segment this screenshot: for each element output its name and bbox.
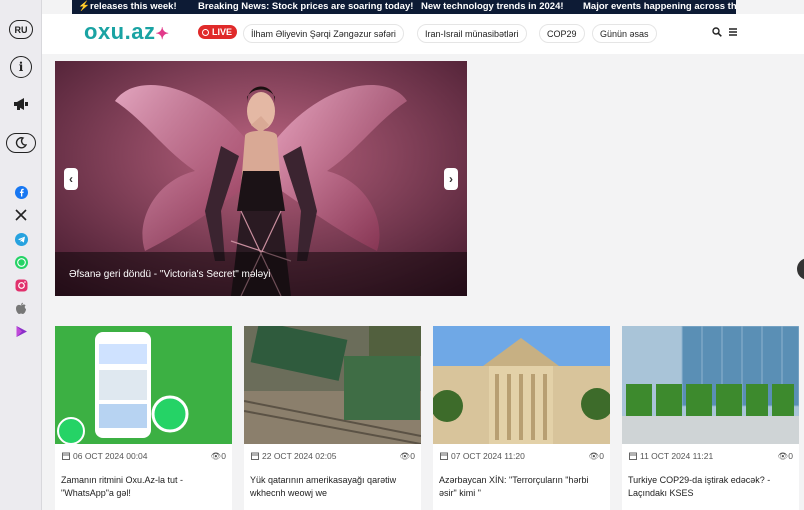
apple-icon[interactable] bbox=[15, 302, 27, 315]
news-card[interactable]: 22 OCT 2024 02:05 👁0 Yük qatarının ameri… bbox=[243, 321, 422, 510]
info-icon[interactable]: i bbox=[10, 56, 32, 78]
card-title[interactable]: Yük qatarının amerikasayağı qarətiw wkhe… bbox=[250, 474, 415, 500]
news-card[interactable]: 06 OCT 2024 00:04 👁0 Zamanın ritmini Oxu… bbox=[55, 326, 232, 510]
card-thumbnail bbox=[431, 326, 613, 444]
card-views: 0 bbox=[410, 451, 415, 461]
ticker-item[interactable]: New technology trends in 2024! bbox=[421, 1, 564, 12]
nav-tag-zangezur[interactable]: İlham Əliyevin Şərqi Zəngəzur səfəri bbox=[243, 24, 404, 43]
menu-icon[interactable] bbox=[728, 27, 738, 37]
eye-icon: 👁 bbox=[210, 451, 222, 461]
facebook-icon[interactable] bbox=[14, 186, 28, 199]
dark-mode-toggle[interactable] bbox=[6, 133, 36, 153]
eye-icon: 👁 bbox=[399, 451, 411, 461]
card-thumbnail bbox=[243, 321, 422, 445]
news-ticker: ⚡ releases this week! Breaking News: Sto… bbox=[72, 0, 736, 14]
eye-icon: 👁 bbox=[777, 451, 789, 461]
card-views: 0 bbox=[599, 451, 604, 461]
card-views: 0 bbox=[788, 451, 793, 461]
scroll-right-button[interactable] bbox=[797, 258, 804, 280]
card-date: 22 OCT 2024 02:05 bbox=[262, 451, 337, 461]
site-logo[interactable]: oxu.az✦ bbox=[84, 19, 169, 45]
telegram-icon[interactable] bbox=[14, 233, 28, 246]
language-switch-button[interactable]: RU bbox=[9, 20, 33, 39]
live-dot-icon bbox=[202, 28, 209, 36]
whatsapp-icon[interactable] bbox=[14, 256, 28, 269]
card-views: 0 bbox=[221, 451, 226, 461]
featured-slider[interactable]: Əfsanə geri döndü - "Victoria's Secret" … bbox=[55, 61, 467, 296]
ticker-item[interactable]: Major events happening across the bbox=[583, 1, 736, 12]
calendar-icon bbox=[62, 452, 70, 460]
card-thumbnail bbox=[55, 326, 232, 445]
slider-caption[interactable]: Əfsanə geri döndü - "Victoria's Secret" … bbox=[69, 269, 270, 280]
ticker-item[interactable]: releases this week! bbox=[90, 1, 177, 12]
nav-tag-cop29[interactable]: COP29 bbox=[539, 24, 585, 43]
card-thumbnail bbox=[622, 325, 800, 444]
instagram-icon[interactable] bbox=[15, 279, 28, 292]
news-card[interactable]: 07 OCT 2024 11:20 👁0 Azərbaycan XİN: "Te… bbox=[431, 326, 613, 510]
card-date: 07 OCT 2024 11:20 bbox=[451, 451, 525, 461]
moon-icon bbox=[15, 137, 27, 149]
x-icon[interactable] bbox=[15, 209, 27, 221]
news-card[interactable]: 11 OCT 2024 11:21 👁0 Turkiye COP29-da iş… bbox=[622, 325, 800, 510]
live-button[interactable]: LIVE bbox=[198, 25, 238, 39]
nav-tag-iran-israel[interactable]: Iran-Israil münasibətləri bbox=[417, 24, 527, 43]
slider-prev-button[interactable]: ‹ bbox=[64, 168, 78, 190]
play-store-icon[interactable] bbox=[15, 325, 28, 338]
eye-icon: 👁 bbox=[588, 451, 600, 461]
nav-tag-main-news[interactable]: Günün əsas bbox=[592, 24, 657, 43]
ticker-item[interactable]: Breaking News: Stock prices are soaring … bbox=[198, 1, 413, 12]
calendar-icon bbox=[629, 452, 637, 460]
card-title[interactable]: Azərbaycan XİN: "Terrorçuların "hərbi əs… bbox=[439, 474, 604, 500]
calendar-icon bbox=[440, 452, 448, 460]
top-header: oxu.az✦ LIVE İlham Əliyevin Şərqi Zəngəz… bbox=[42, 14, 804, 54]
left-sidebar: RU i bbox=[0, 0, 42, 510]
megaphone-icon[interactable] bbox=[13, 97, 29, 111]
card-title[interactable]: Zamanın ritmini Oxu.Az-la tut - "WhatsAp… bbox=[61, 474, 226, 500]
live-label: LIVE bbox=[212, 27, 233, 37]
calendar-icon bbox=[251, 452, 259, 460]
card-title[interactable]: Turkiye COP29-da iştirak edəcək? - Laçın… bbox=[628, 474, 793, 500]
card-date: 06 OCT 2024 00:04 bbox=[73, 451, 148, 461]
search-icon[interactable] bbox=[712, 27, 722, 37]
slider-next-button[interactable]: › bbox=[444, 168, 458, 190]
ticker-bolt-icon: ⚡ bbox=[78, 1, 90, 12]
card-date: 11 OCT 2024 11:21 bbox=[640, 451, 714, 461]
